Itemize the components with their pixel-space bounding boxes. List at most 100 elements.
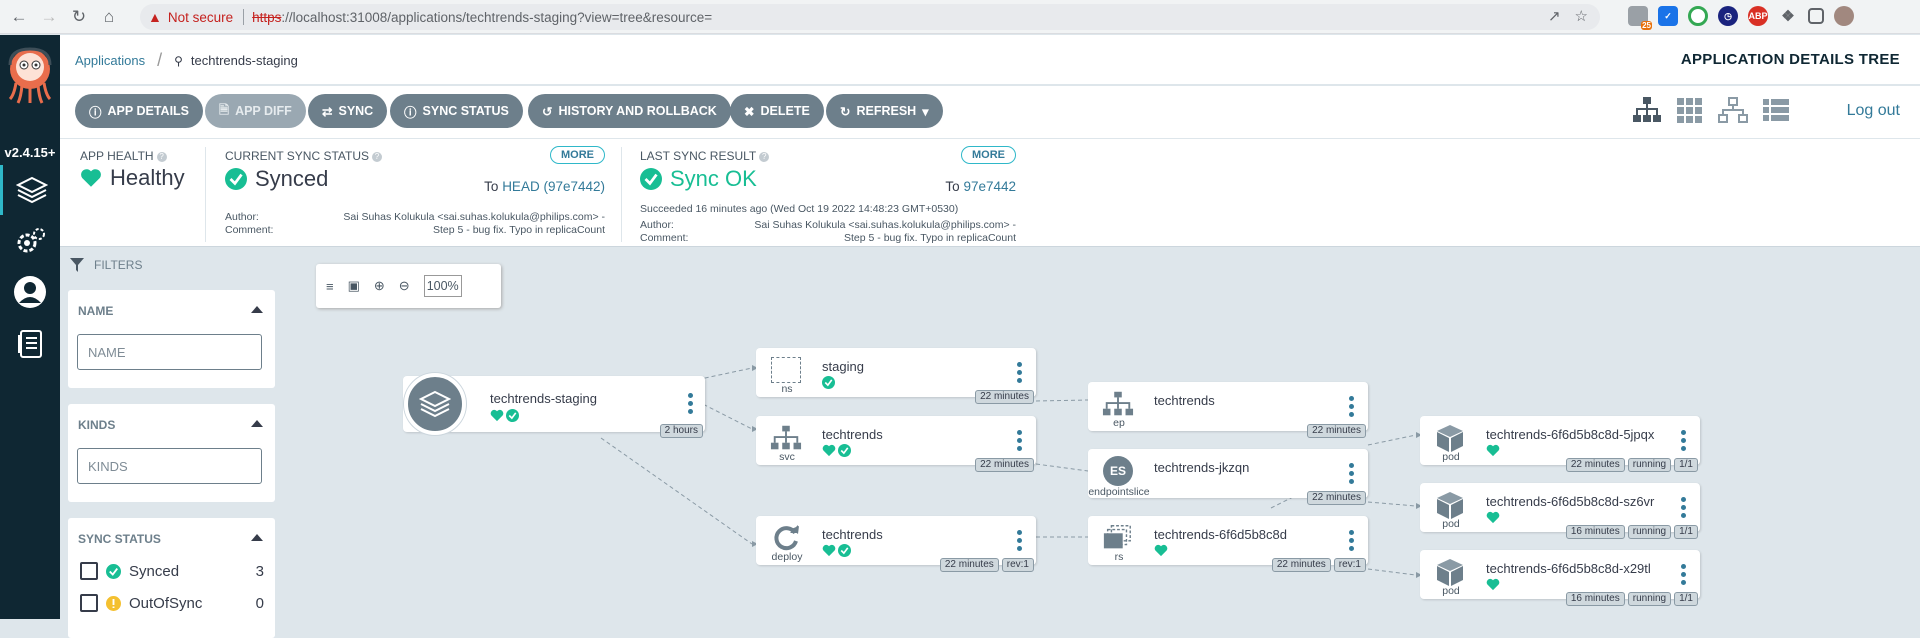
resource-node-deploy[interactable]: deploy techtrends 22 minutes rev:1 <box>756 516 1036 572</box>
profile-avatar[interactable] <box>1834 6 1854 26</box>
page-title: APPLICATION DETAILS TREE <box>1680 51 1900 68</box>
network-view-icon[interactable] <box>1718 96 1748 124</box>
resource-tree-graph[interactable]: ≡ ▣ ⊕ ⊖ 100% techtrends-staging 2 hours … <box>301 248 1920 619</box>
node-name: techtrends <box>1154 393 1215 408</box>
last-sync-more-button[interactable]: MORE <box>961 146 1016 164</box>
pod-cube-icon <box>1434 558 1466 586</box>
refresh-button[interactable]: ↻ REFRESH ▾ <box>826 94 943 128</box>
chrome-extension-icon[interactable] <box>1688 6 1708 26</box>
user-info-icon[interactable] <box>0 267 60 317</box>
outofsync-count: 0 <box>255 594 264 612</box>
forward-arrow-icon[interactable]: → <box>38 6 60 28</box>
share-icon[interactable]: ↗ <box>1548 7 1561 25</box>
collapse-caret-icon[interactable] <box>251 534 263 541</box>
bookmark-star-icon[interactable]: ☆ <box>1575 7 1588 25</box>
reload-icon[interactable]: ↻ <box>68 6 90 28</box>
outofsync-checkbox[interactable] <box>80 594 98 612</box>
kinds-filter: KINDS KINDS <box>68 404 275 502</box>
resource-node-pod[interactable]: pod techtrends-6f6d5b8c8d-x29tl 16 minut… <box>1420 550 1700 606</box>
resource-node-svc[interactable]: svc techtrends 22 minutes <box>756 416 1036 472</box>
sync-more-button[interactable]: MORE <box>550 146 605 164</box>
help-icon[interactable]: ? <box>156 152 167 162</box>
node-menu-icon[interactable] <box>1349 530 1354 551</box>
pods-view-icon[interactable] <box>1676 96 1704 124</box>
left-navigation: v2.4.15+ <box>0 35 60 619</box>
age-tag: 22 minutes <box>975 390 1034 404</box>
tree-view-icon[interactable] <box>1632 96 1662 124</box>
delete-button[interactable]: ✖ DELETE <box>730 94 824 128</box>
list-view-icon[interactable] <box>1762 96 1790 124</box>
not-secure-label: Not secure <box>167 9 234 25</box>
documentation-icon[interactable] <box>0 319 60 369</box>
resource-node-ep[interactable]: ep techtrends 22 minutes <box>1088 382 1368 438</box>
synced-filter-row[interactable]: Synced 3 <box>80 562 264 580</box>
age-tag: 22 minutes <box>939 558 999 572</box>
sync-status-button[interactable]: ⓘ SYNC STATUS <box>390 94 523 128</box>
resource-node-pod[interactable]: pod techtrends-6f6d5b8c8d-sz6vr 16 minut… <box>1420 483 1700 539</box>
extension-icon[interactable]: 25 <box>1628 6 1652 30</box>
version-label: v2.4.15+ <box>4 145 56 160</box>
resource-node-pod[interactable]: pod techtrends-6f6d5b8c8d-5jpqx 22 minut… <box>1420 416 1700 472</box>
node-menu-icon[interactable] <box>1681 564 1686 585</box>
node-menu-icon[interactable] <box>1681 497 1686 518</box>
check-circle-icon <box>838 544 851 557</box>
node-menu-icon[interactable] <box>1681 430 1686 451</box>
ready-tag: 1/1 <box>1674 458 1698 472</box>
help-icon[interactable]: ? <box>759 152 770 162</box>
node-menu-icon[interactable] <box>688 393 693 414</box>
node-menu-icon[interactable] <box>1017 362 1022 383</box>
node-menu-icon[interactable] <box>1017 430 1022 451</box>
puzzle-extensions-icon[interactable]: ❖ <box>1778 6 1798 26</box>
resource-node-rs[interactable]: rs techtrends-6f6d5b8c8d 22 minutes rev:1 <box>1088 516 1368 572</box>
extension-badge: 25 <box>1641 21 1652 30</box>
home-icon[interactable]: ⌂ <box>98 6 120 28</box>
sync-button[interactable]: ⇄ SYNC <box>308 94 388 128</box>
node-menu-icon[interactable] <box>1349 396 1354 417</box>
help-icon[interactable]: ? <box>372 152 383 162</box>
adblock-icon[interactable]: ABP <box>1748 6 1768 26</box>
last-sync-revision-link[interactable]: 97e7442 <box>963 179 1016 194</box>
sidepanel-icon[interactable] <box>1808 8 1824 24</box>
checkbox-extension-icon[interactable]: ✓ <box>1658 6 1678 26</box>
breadcrumb-applications-link[interactable]: Applications <box>75 53 145 68</box>
settings-gear-icon[interactable] <box>0 217 60 267</box>
argo-logo-icon[interactable] <box>6 45 54 105</box>
age-tag: 2 hours <box>659 424 703 438</box>
clock-extension-icon[interactable]: ◷ <box>1718 6 1738 26</box>
last-sync-section: LAST SYNC RESULT? MORE Sync OK To 97e744… <box>640 146 1016 244</box>
breadcrumb-current: techtrends-staging <box>190 53 298 68</box>
kinds-filter-input[interactable]: KINDS <box>77 448 262 484</box>
last-sync-comment: Step 5 - bug fix. Typo in replicaCount <box>844 232 1016 244</box>
collapse-caret-icon[interactable] <box>251 420 263 427</box>
address-bar[interactable]: ▲ Not secure https ://localhost:31008/ap… <box>140 4 1600 30</box>
synced-checkbox[interactable] <box>80 562 98 580</box>
outofsync-filter-row[interactable]: OutOfSync 0 <box>80 594 264 612</box>
applications-nav-icon[interactable] <box>0 165 60 215</box>
node-menu-icon[interactable] <box>1349 463 1354 484</box>
name-filter-input[interactable]: NAME <box>77 334 262 370</box>
check-circle-icon <box>640 168 662 190</box>
history-icon: ↺ <box>542 104 553 119</box>
info-icon: ⓘ <box>89 105 102 120</box>
logout-link[interactable]: Log out <box>1847 102 1900 120</box>
node-name: staging <box>822 359 864 374</box>
sync-revision-link[interactable]: HEAD (97e7442) <box>502 179 605 194</box>
app-diff-button[interactable]: 🗎 APP DIFF <box>205 94 306 128</box>
collapse-caret-icon[interactable] <box>251 306 263 313</box>
history-rollback-button[interactable]: ↺ HISTORY AND ROLLBACK <box>528 94 731 128</box>
sync-icon: ⇄ <box>322 104 333 119</box>
url-scheme: https <box>252 9 282 25</box>
app-details-button[interactable]: ⓘ APP DETAILS <box>75 94 204 128</box>
app-health-section: APP HEALTH? Healthy <box>80 149 185 190</box>
resource-node-ns[interactable]: ns staging 22 minutes <box>756 348 1036 404</box>
node-menu-icon[interactable] <box>1017 530 1022 551</box>
age-tag: 22 minutes <box>1307 424 1366 438</box>
back-arrow-icon[interactable]: ← <box>8 6 30 28</box>
breadcrumb: Applications / ⚲ techtrends-staging <box>75 50 298 70</box>
ready-tag: 1/1 <box>1674 592 1698 606</box>
node-name: techtrends-6f6d5b8c8d-x29tl <box>1486 561 1651 576</box>
resource-node-endpointslice[interactable]: ES endpointslice techtrends-jkzqn 22 min… <box>1088 449 1368 505</box>
check-circle-icon <box>838 444 851 457</box>
namespace-icon <box>770 356 802 384</box>
node-name: techtrends-6f6d5b8c8d <box>1154 527 1287 542</box>
